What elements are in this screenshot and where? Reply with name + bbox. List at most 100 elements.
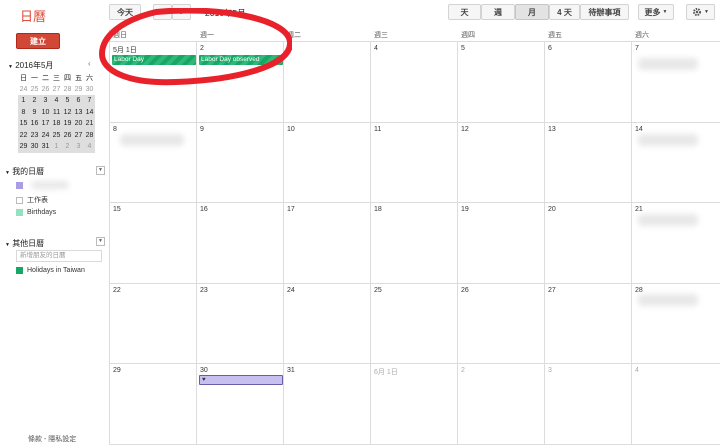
mini-day[interactable]: 5 bbox=[62, 95, 73, 107]
day-cell[interactable]: 9 bbox=[197, 122, 284, 204]
redacted-event bbox=[638, 134, 698, 146]
other-calendars-header[interactable]: ▼ 其他日曆 bbox=[5, 238, 44, 249]
mini-weekday: 一 bbox=[29, 72, 40, 84]
calendar-item-label: Holidays in Taiwan bbox=[27, 267, 85, 274]
day-cell[interactable]: 7 bbox=[632, 42, 720, 123]
day-cell[interactable]: 10 bbox=[284, 122, 371, 204]
day-number: 26 bbox=[461, 286, 469, 294]
calendar-item[interactable]: Holidays in Taiwan bbox=[16, 267, 85, 274]
mini-day[interactable]: 29 bbox=[73, 84, 84, 96]
day-cell[interactable]: 31 bbox=[284, 364, 371, 445]
calendar-item[interactable]: 工作表 bbox=[16, 195, 48, 205]
collapse-icon: ▼ bbox=[5, 242, 10, 248]
add-friend-calendar-input[interactable]: 新增朋友的日曆 bbox=[16, 250, 102, 262]
view-month-button[interactable]: 月 bbox=[515, 4, 549, 20]
mini-day[interactable]: 21 bbox=[84, 118, 95, 130]
day-number: 3 bbox=[548, 367, 552, 375]
day-number: 5 bbox=[461, 45, 465, 52]
mini-prev-icon[interactable]: ‹ bbox=[88, 59, 91, 68]
day-cell[interactable]: 4 bbox=[371, 42, 458, 123]
day-cell[interactable]: 13 bbox=[545, 122, 632, 204]
mini-day[interactable]: 31 bbox=[40, 141, 51, 153]
day-cell[interactable]: 23 bbox=[197, 283, 284, 365]
day-cell[interactable]: 3 bbox=[545, 364, 632, 445]
mini-day[interactable]: 22 bbox=[18, 129, 29, 141]
day-cell[interactable]: 2 bbox=[458, 364, 545, 445]
day-cell[interactable]: 26 bbox=[458, 283, 545, 365]
more-button[interactable]: 更多 ▼ bbox=[638, 4, 674, 20]
day-cell[interactable]: 17 bbox=[284, 203, 371, 284]
event-chip[interactable]: ♥ bbox=[199, 375, 283, 385]
mini-day[interactable]: 6 bbox=[73, 95, 84, 107]
day-cell[interactable]: 16 bbox=[197, 203, 284, 284]
mini-day[interactable]: 26 bbox=[62, 129, 73, 141]
my-calendars-header[interactable]: ▼ 我的日曆 bbox=[5, 166, 44, 177]
mini-day[interactable]: 28 bbox=[62, 84, 73, 96]
mini-day[interactable]: 27 bbox=[51, 84, 62, 96]
calendar-item[interactable]: Birthdays bbox=[16, 209, 56, 216]
chevron-down-icon[interactable]: ▼ bbox=[96, 166, 105, 175]
mini-day[interactable]: 14 bbox=[84, 106, 95, 118]
mini-day[interactable]: 30 bbox=[29, 141, 40, 153]
mini-day[interactable]: 16 bbox=[29, 118, 40, 130]
day-cell[interactable]: 15 bbox=[110, 203, 197, 284]
mini-day[interactable]: 1 bbox=[51, 141, 62, 153]
mini-day[interactable]: 30 bbox=[84, 84, 95, 96]
view-agenda-button[interactable]: 待辦事項 bbox=[580, 4, 629, 20]
create-button[interactable]: 建立 bbox=[16, 33, 60, 49]
mini-day[interactable]: 23 bbox=[29, 129, 40, 141]
footer-links[interactable]: 條款 - 隱私設定 bbox=[28, 434, 76, 444]
mini-day[interactable]: 2 bbox=[62, 141, 73, 153]
mini-day[interactable]: 29 bbox=[18, 141, 29, 153]
mini-weekday: 四 bbox=[62, 72, 73, 84]
mini-day[interactable]: 25 bbox=[51, 129, 62, 141]
mini-day[interactable]: 17 bbox=[40, 118, 51, 130]
mini-day[interactable]: 27 bbox=[73, 129, 84, 141]
chevron-down-icon[interactable]: ▼ bbox=[96, 237, 105, 246]
day-cell[interactable]: 12 bbox=[458, 122, 545, 204]
mini-calendar-title[interactable]: ▼ 2016年5月 bbox=[8, 60, 53, 71]
day-cell[interactable]: 22 bbox=[110, 283, 197, 365]
day-cell[interactable]: 6 bbox=[545, 42, 632, 123]
mini-day[interactable]: 24 bbox=[18, 84, 29, 96]
mini-day[interactable]: 9 bbox=[29, 106, 40, 118]
mini-day[interactable]: 24 bbox=[40, 129, 51, 141]
mini-day[interactable]: 25 bbox=[29, 84, 40, 96]
mini-day[interactable]: 19 bbox=[62, 118, 73, 130]
day-number: 31 bbox=[287, 367, 295, 375]
mini-day[interactable]: 2 bbox=[29, 95, 40, 107]
mini-day[interactable]: 11 bbox=[51, 106, 62, 118]
mini-day[interactable]: 20 bbox=[73, 118, 84, 130]
view-day-button[interactable]: 天 bbox=[448, 4, 481, 20]
day-cell[interactable]: 18 bbox=[371, 203, 458, 284]
day-cell[interactable]: 24 bbox=[284, 283, 371, 365]
day-cell[interactable]: 19 bbox=[458, 203, 545, 284]
mini-day[interactable]: 1 bbox=[18, 95, 29, 107]
day-cell[interactable]: 6月 1日 bbox=[371, 364, 458, 445]
mini-day[interactable]: 10 bbox=[40, 106, 51, 118]
mini-day[interactable]: 4 bbox=[51, 95, 62, 107]
mini-day[interactable]: 28 bbox=[84, 129, 95, 141]
mini-day[interactable]: 18 bbox=[51, 118, 62, 130]
day-cell[interactable]: 4 bbox=[632, 364, 720, 445]
day-cell[interactable]: 27 bbox=[545, 283, 632, 365]
view-week-button[interactable]: 週 bbox=[481, 4, 515, 20]
mini-day[interactable]: 12 bbox=[62, 106, 73, 118]
day-cell[interactable]: 11 bbox=[371, 122, 458, 204]
day-cell[interactable]: 20 bbox=[545, 203, 632, 284]
day-cell[interactable]: 5 bbox=[458, 42, 545, 123]
mini-day[interactable]: 8 bbox=[18, 106, 29, 118]
settings-button[interactable]: ▼ bbox=[686, 4, 715, 20]
mini-day[interactable]: 15 bbox=[18, 118, 29, 130]
mini-day[interactable]: 3 bbox=[40, 95, 51, 107]
mini-day[interactable]: 13 bbox=[73, 106, 84, 118]
view-4day-button[interactable]: 4 天 bbox=[549, 4, 580, 20]
day-cell[interactable]: 25 bbox=[371, 283, 458, 365]
day-cell[interactable]: 3 bbox=[284, 42, 371, 123]
day-cell[interactable]: 29 bbox=[110, 364, 197, 445]
calendar-item[interactable] bbox=[16, 181, 69, 189]
mini-day[interactable]: 7 bbox=[84, 95, 95, 107]
mini-day[interactable]: 4 bbox=[84, 141, 95, 153]
mini-day[interactable]: 26 bbox=[40, 84, 51, 96]
mini-day[interactable]: 3 bbox=[73, 141, 84, 153]
